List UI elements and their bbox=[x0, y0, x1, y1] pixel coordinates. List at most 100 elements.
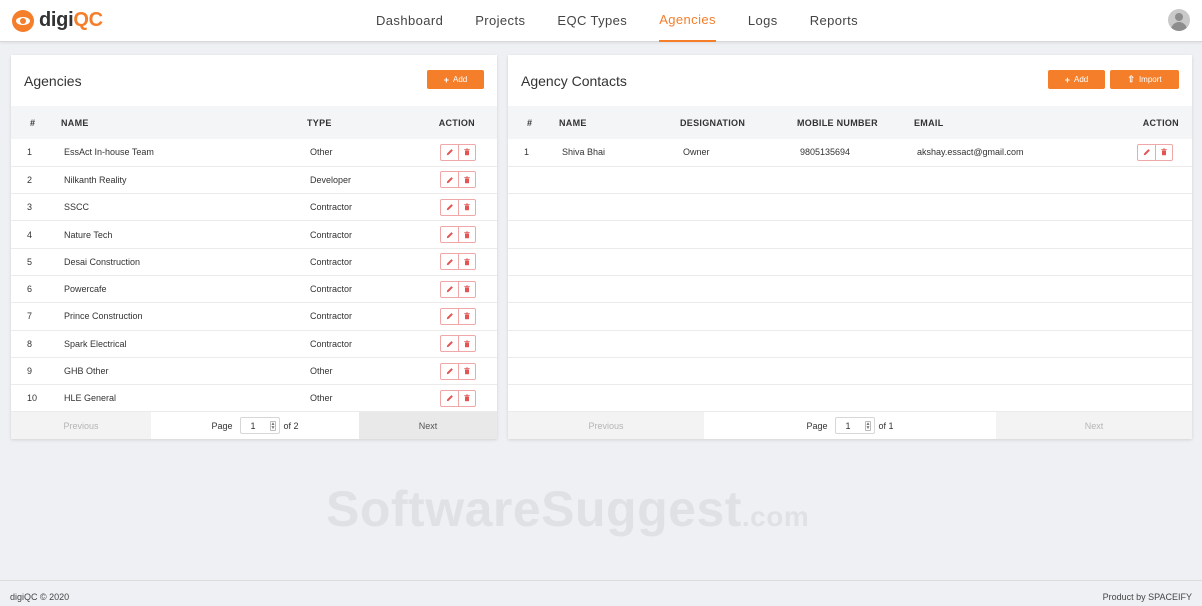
brand-logo[interactable]: digiQC bbox=[12, 9, 103, 32]
row-actions bbox=[435, 275, 497, 302]
table-row bbox=[508, 194, 1192, 221]
table-row: 7 Prince Construction Contractor bbox=[11, 303, 497, 331]
nav-eqc-types[interactable]: EQC Types bbox=[557, 0, 627, 42]
page-number-input[interactable]: 1 ▲ ▼ bbox=[834, 417, 875, 434]
trash-icon[interactable] bbox=[458, 199, 475, 215]
agency-name: Nilkanth Reality bbox=[64, 174, 127, 185]
agency-name: HLE General bbox=[64, 393, 117, 404]
action-group bbox=[440, 143, 476, 161]
row-number: 3 bbox=[27, 202, 33, 213]
nav-agencies[interactable]: Agencies bbox=[659, 0, 716, 42]
pencil-icon[interactable] bbox=[441, 282, 458, 297]
user-avatar-icon[interactable] bbox=[1168, 9, 1190, 31]
table-row: 4 Nature Tech Contractor bbox=[11, 221, 497, 249]
agency-type: Other bbox=[310, 393, 333, 404]
main-nav: Dashboard Projects EQC Types Agencies Lo… bbox=[360, 0, 874, 42]
table-row: 5 Desai Construction Contractor bbox=[11, 248, 497, 276]
pencil-icon[interactable] bbox=[441, 391, 458, 406]
next-page-button[interactable]: Next bbox=[996, 412, 1192, 439]
col-name[interactable]: NAME bbox=[61, 106, 307, 139]
action-group bbox=[440, 171, 476, 189]
row-number: 6 bbox=[27, 284, 33, 295]
add-contact-button[interactable]: + Add bbox=[1048, 70, 1105, 89]
page-number-input[interactable]: 1 ▲ ▼ bbox=[239, 417, 280, 434]
trash-icon[interactable] bbox=[458, 308, 475, 324]
trash-icon[interactable] bbox=[458, 144, 475, 160]
trash-icon[interactable] bbox=[458, 363, 475, 379]
nav-logs[interactable]: Logs bbox=[748, 0, 778, 42]
pencil-icon[interactable] bbox=[1138, 145, 1155, 160]
nav-dashboard[interactable]: Dashboard bbox=[376, 0, 443, 42]
row-actions bbox=[435, 194, 497, 221]
row-actions bbox=[435, 330, 497, 357]
row-actions bbox=[435, 385, 497, 412]
contact-email: akshay.essact@gmail.com bbox=[917, 147, 1024, 158]
previous-page-button[interactable]: Previous bbox=[11, 412, 151, 439]
trash-icon[interactable] bbox=[458, 227, 475, 243]
copyright-text: digiQC © 2020 bbox=[10, 592, 70, 602]
table-row bbox=[508, 303, 1192, 331]
col-mobile-number[interactable]: MOBILE NUMBER bbox=[797, 106, 914, 139]
pencil-icon[interactable] bbox=[441, 254, 458, 269]
pencil-icon[interactable] bbox=[441, 145, 458, 160]
col-type[interactable]: TYPE bbox=[307, 106, 435, 139]
contact-name: Shiva Bhai bbox=[562, 147, 606, 158]
footer: digiQC © 2020 Product by SPACEIFY bbox=[0, 580, 1202, 606]
col-action: ACTION bbox=[1142, 118, 1179, 128]
contacts-pagination: Previous Page 1 ▲ ▼ of 1 Next bbox=[508, 412, 1192, 439]
contacts-title: Agency Contacts bbox=[521, 73, 627, 89]
table-row: 9 GHB Other Other bbox=[11, 357, 497, 385]
row-actions bbox=[435, 248, 497, 275]
pencil-icon[interactable] bbox=[441, 309, 458, 324]
action-group bbox=[440, 280, 476, 298]
pencil-icon[interactable] bbox=[441, 200, 458, 215]
pencil-icon[interactable] bbox=[441, 172, 458, 187]
col-number: # bbox=[527, 118, 533, 128]
contact-mobile: 9805135694 bbox=[800, 147, 851, 158]
agency-type: Contractor bbox=[310, 229, 353, 240]
upload-icon: ⇧ bbox=[1127, 74, 1135, 84]
spinner-icon[interactable]: ▲ ▼ bbox=[269, 420, 276, 431]
row-actions bbox=[435, 221, 497, 248]
previous-page-button[interactable]: Previous bbox=[508, 412, 704, 439]
table-row bbox=[508, 221, 1192, 249]
trash-icon[interactable] bbox=[458, 281, 475, 297]
plus-icon: + bbox=[1064, 74, 1071, 85]
action-group bbox=[440, 198, 476, 216]
trash-icon[interactable] bbox=[458, 172, 475, 188]
watermark: SoftwareSuggest.com bbox=[326, 481, 810, 537]
agencies-pagination: Previous Page 1 ▲ ▼ of 2 Next bbox=[11, 412, 497, 439]
table-row bbox=[508, 275, 1192, 303]
action-group bbox=[440, 389, 476, 407]
pencil-icon[interactable] bbox=[441, 364, 458, 379]
pencil-icon[interactable] bbox=[441, 227, 458, 242]
agency-name: EssAct In-house Team bbox=[64, 147, 154, 158]
agency-name: Powercafe bbox=[64, 284, 107, 295]
row-number: 5 bbox=[27, 256, 33, 267]
spinner-icon[interactable]: ▲ ▼ bbox=[864, 420, 871, 431]
agencies-panel: Agencies + Add # NAME TYPE ACTION 1 EssAct… bbox=[11, 55, 497, 439]
col-number: # bbox=[30, 118, 36, 128]
agency-name: Spark Electrical bbox=[64, 338, 127, 349]
col-email[interactable]: EMAIL bbox=[914, 106, 1114, 139]
table-row: 1 EssAct In-house Team Other bbox=[11, 139, 497, 167]
agency-name: Desai Construction bbox=[64, 256, 141, 267]
trash-icon[interactable] bbox=[1155, 144, 1172, 160]
nav-projects[interactable]: Projects bbox=[475, 0, 525, 42]
trash-icon[interactable] bbox=[458, 254, 475, 270]
next-page-button[interactable]: Next bbox=[359, 412, 497, 439]
agency-name: Nature Tech bbox=[64, 229, 113, 240]
row-actions bbox=[435, 303, 497, 330]
col-name[interactable]: NAME bbox=[559, 106, 680, 139]
table-row bbox=[508, 248, 1192, 276]
col-designation[interactable]: DESIGNATION bbox=[680, 106, 797, 139]
trash-icon[interactable] bbox=[458, 390, 475, 406]
pencil-icon[interactable] bbox=[441, 336, 458, 351]
trash-icon[interactable] bbox=[458, 336, 475, 352]
plus-icon: + bbox=[443, 74, 450, 85]
import-contacts-button[interactable]: ⇧ Import bbox=[1110, 70, 1179, 89]
table-row bbox=[508, 385, 1192, 412]
agency-name: SSCC bbox=[64, 202, 90, 213]
add-agency-button[interactable]: + Add bbox=[427, 70, 484, 89]
nav-reports[interactable]: Reports bbox=[810, 0, 858, 42]
